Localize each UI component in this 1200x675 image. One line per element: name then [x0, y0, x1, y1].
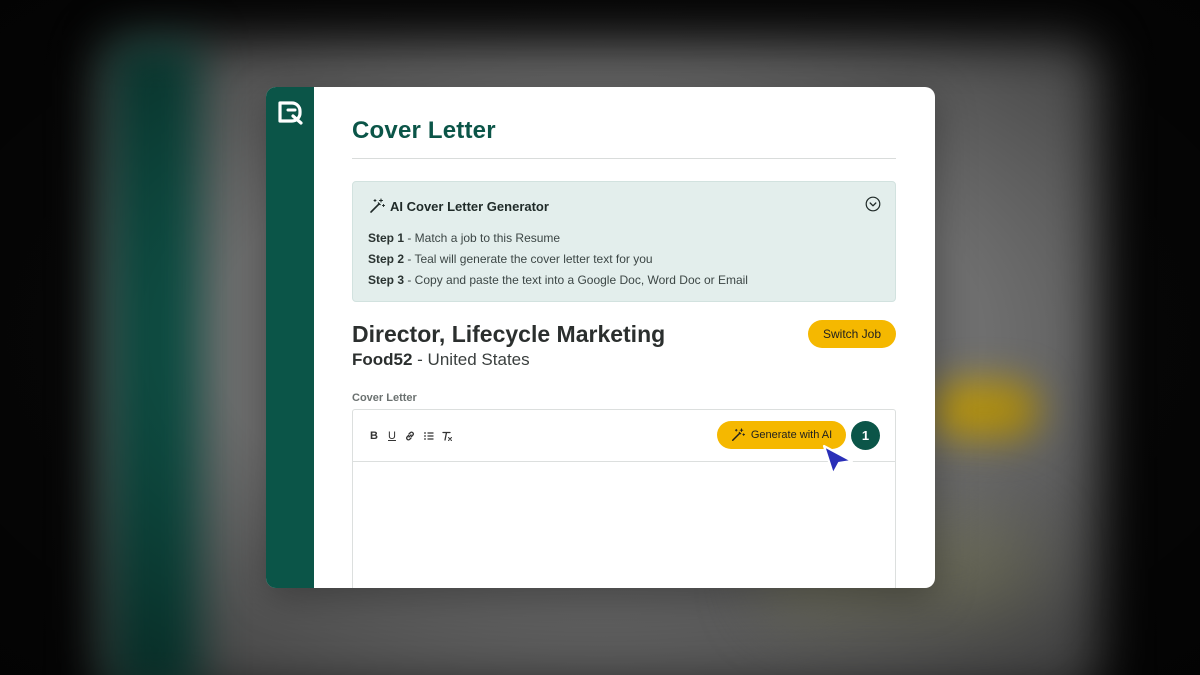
step-item: Step 3 - Copy and paste the text into a … — [368, 273, 748, 287]
bullet-list-icon[interactable] — [423, 429, 435, 443]
job-title: Director, Lifecycle Marketing — [352, 321, 666, 347]
cover-letter-modal: Cover Letter AI Cover Letter Generator S… — [266, 87, 935, 588]
modal-content: Cover Letter AI Cover Letter Generator S… — [352, 87, 896, 588]
magic-wand-icon — [370, 198, 385, 213]
underline-icon[interactable]: U — [387, 429, 397, 443]
cover-letter-textarea[interactable] — [353, 463, 895, 588]
job-company-location: Food52 - United States — [352, 350, 530, 370]
page-title: Cover Letter — [352, 117, 496, 144]
generate-button-label: Generate with AI — [750, 429, 833, 441]
cover-letter-label: Cover Letter — [352, 392, 417, 404]
ai-panel-heading: AI Cover Letter Generator — [390, 199, 549, 214]
brand-rail — [266, 87, 314, 588]
teal-logo-icon — [278, 101, 303, 125]
link-icon[interactable] — [404, 429, 416, 443]
clear-format-icon[interactable] — [441, 429, 453, 443]
chevron-down-circle-icon[interactable] — [865, 196, 881, 212]
step-item: Step 2 - Teal will generate the cover le… — [368, 252, 653, 266]
magic-wand-icon — [731, 428, 745, 441]
company-name: Food52 — [352, 350, 413, 369]
cover-letter-editor: B U Generate with AI 1 — [352, 409, 896, 588]
editor-toolbar: B U Generate with AI 1 — [353, 410, 895, 462]
bold-icon[interactable]: B — [369, 429, 379, 443]
mouse-pointer-icon — [822, 444, 854, 476]
title-divider — [352, 158, 896, 159]
ai-generator-panel: AI Cover Letter Generator Step 1 - Match… — [352, 181, 896, 302]
switch-job-button[interactable]: Switch Job — [808, 320, 896, 348]
job-location: - United States — [412, 350, 530, 369]
step-item: Step 1 - Match a job to this Resume — [368, 231, 561, 245]
